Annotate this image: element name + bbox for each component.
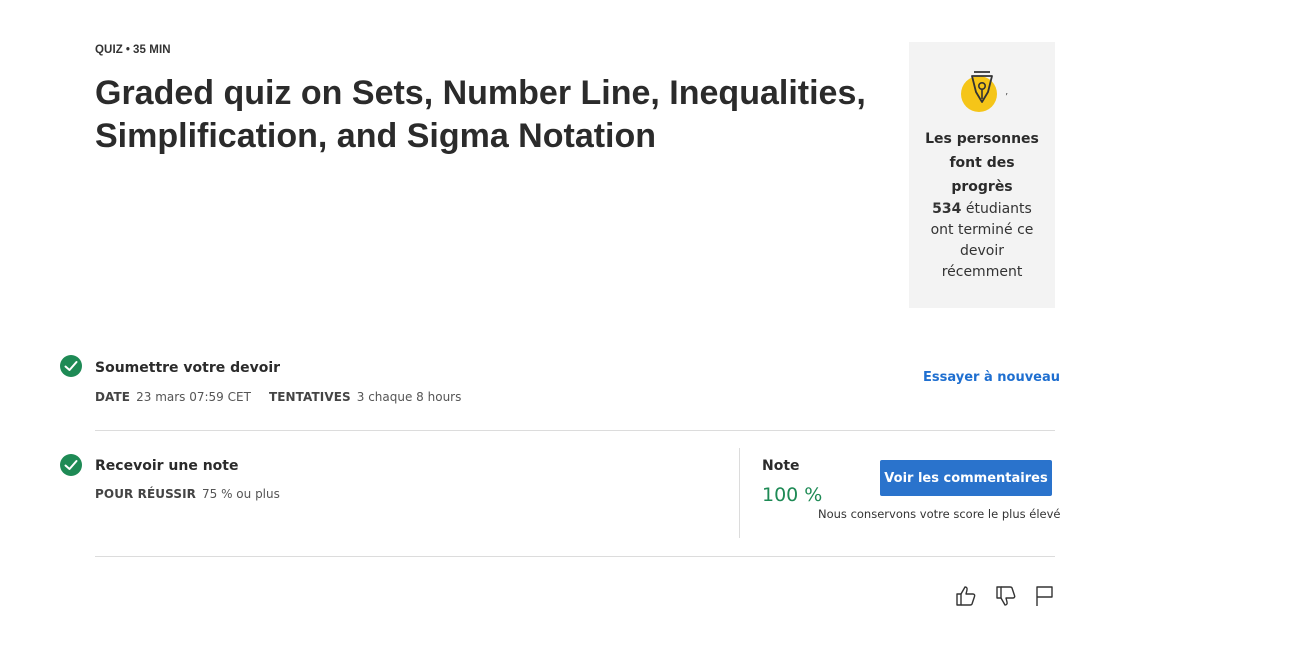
quiz-duration: 35 MIN [133,44,171,56]
quiz-type: QUIZ [95,44,123,56]
date-value: 23 mars 07:59 CET [136,390,251,404]
section-divider [95,430,1055,431]
attempts-label: TENTATIVES [268,390,351,404]
submit-title: Soumettre votre devoir [95,360,281,376]
learner-count: 534 [932,201,962,217]
thumbs-down-icon[interactable] [994,584,1018,608]
grade-value: 100 % [762,484,823,506]
grade-title: Recevoir une note [95,458,239,474]
progress-headline-line-3: progrès [951,179,1013,195]
pass-details: POUR RÉUSSIR 75 % ou plus [95,487,298,501]
meta-separator: • [125,44,131,56]
pass-value: 75 % ou plus [202,487,280,501]
emblem-mark: ’ [1005,92,1009,103]
stat-line-2: ont terminé ce [930,222,1034,238]
progress-headline: Les personnes font des progrès [921,127,1043,199]
pass-label: POUR RÉUSSIR [95,487,196,501]
thumbs-up-icon[interactable] [954,584,978,608]
page-title: Graded quiz on Sets, Number Line, Inequa… [95,72,895,158]
stat-line-1: étudiants [961,201,1032,217]
submit-check-icon [60,355,82,377]
grade-divider [739,448,740,538]
bottom-divider [95,556,1055,557]
page-title-line-1: Graded quiz on Sets, Number Line, Inequa… [95,74,866,112]
progress-headline-line-2: font des [949,155,1015,171]
page-title-line-2: Simplification, and Sigma Notation [95,117,657,155]
progress-stat: 534 étudiants ont terminé ce devoir réce… [919,199,1045,283]
submit-details: DATE 23 mars 07:59 CET TENTATIVES 3 chaque … [95,390,479,404]
stat-line-4: récemment [941,264,1023,280]
grade-label: Note [762,458,800,474]
grade-check-icon [60,454,82,476]
retry-link[interactable]: Essayer à nouveau [923,370,1060,385]
stat-line-3: devoir [960,243,1004,259]
progress-card: ’ Les personnes font des progrès 534 étu… [909,42,1055,308]
attempts-value: 3 chaque 8 hours [356,390,462,404]
view-feedback-button[interactable]: Voir les commentaires [880,460,1052,496]
quiz-meta: QUIZ • 35 MIN [95,44,171,56]
date-label: DATE [95,390,131,404]
highest-score-note: Nous conservons votre score le plus élev… [818,507,1061,521]
flag-icon[interactable] [1033,584,1057,608]
pen-nib-icon [961,71,997,112]
progress-headline-line-1: Les personnes [925,131,1039,147]
